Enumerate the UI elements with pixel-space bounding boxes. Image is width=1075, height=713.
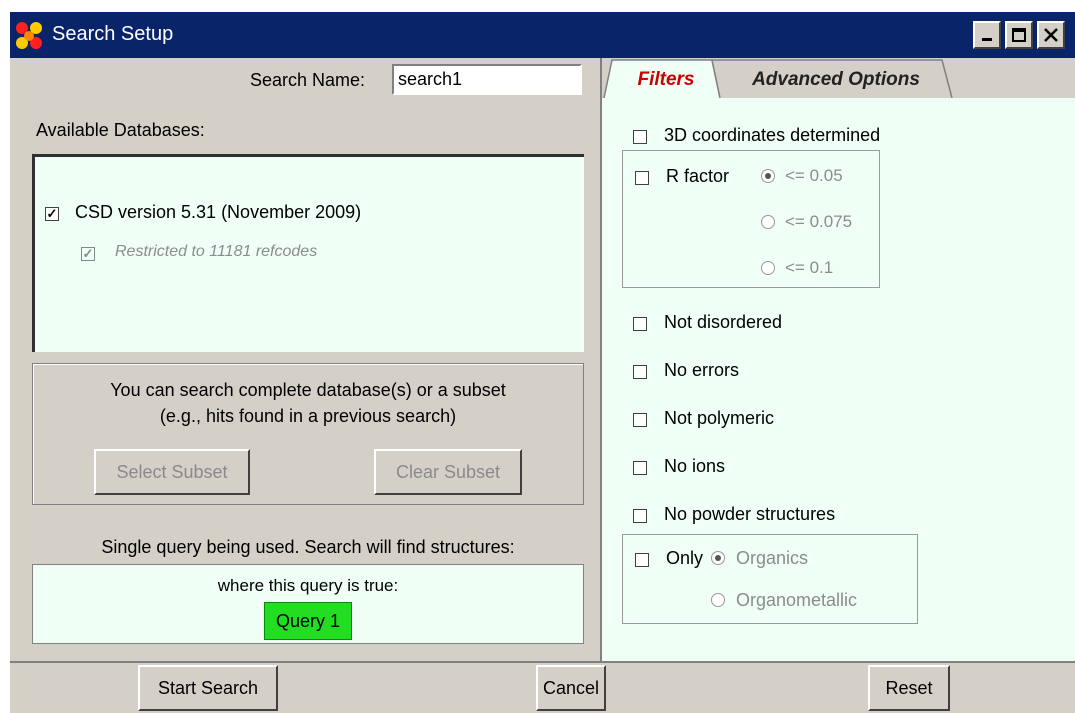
rfactor-option-005: <= 0.05: [785, 166, 843, 185]
search-name-label: Search Name:: [250, 70, 366, 90]
app-icon: [14, 21, 46, 51]
coords-label: 3D coordinates determined: [664, 125, 881, 145]
rfactor-group: R factor <= 0.05 <= 0.075 <= 0.1: [622, 150, 880, 288]
no-errors-checkbox[interactable]: [633, 365, 647, 379]
no-ions-label: No ions: [664, 456, 726, 476]
db-checkbox[interactable]: ✓: [45, 207, 59, 221]
restriction-checkbox: ✓: [81, 246, 95, 261]
rfactor-option-01: <= 0.1: [785, 258, 834, 277]
only-label: Only: [666, 548, 704, 568]
only-checkbox[interactable]: [635, 553, 649, 567]
reset-button[interactable]: Reset: [868, 665, 950, 711]
no-powder-checkbox[interactable]: [633, 509, 647, 523]
minimize-icon: [982, 38, 992, 41]
rfactor-radio-005[interactable]: [761, 169, 775, 183]
minimize-button[interactable]: [973, 21, 1001, 49]
filters-panel: 3D coordinates determined R factor <= 0.…: [602, 98, 1075, 661]
query-1-button[interactable]: Query 1: [264, 602, 352, 640]
only-group: Only Organics Organometallic: [622, 534, 918, 624]
close-icon: [1044, 28, 1058, 42]
only-option-organics: Organics: [736, 548, 809, 568]
restriction-label: Restricted to 11181 refcodes: [115, 243, 318, 260]
no-ions-checkbox[interactable]: [633, 461, 647, 475]
rfactor-radio-0075[interactable]: [761, 215, 775, 229]
not-disordered-checkbox[interactable]: [633, 317, 647, 331]
start-search-button[interactable]: Start Search: [138, 665, 278, 711]
title-bar[interactable]: Search Setup: [10, 12, 1075, 58]
not-polymeric-label: Not polymeric: [664, 408, 775, 428]
query-condition: where this query is true:: [217, 576, 399, 595]
no-errors-label: No errors: [664, 360, 740, 380]
only-option-organometallic: Organometallic: [736, 590, 858, 610]
database-list: ✓ CSD version 5.31 (November 2009) ✓ Res…: [32, 154, 584, 352]
rfactor-checkbox[interactable]: [635, 171, 649, 185]
no-powder-label: No powder structures: [664, 504, 836, 524]
only-radio-organometallic[interactable]: [711, 593, 725, 607]
coords-checkbox[interactable]: [633, 130, 647, 144]
maximize-button[interactable]: [1005, 21, 1033, 49]
search-setup-window: Search Setup Search Name: search1 Availa…: [10, 12, 1075, 713]
available-databases-label: Available Databases:: [36, 120, 205, 140]
rfactor-radio-01[interactable]: [761, 261, 775, 275]
query-info: Single query being used. Search will fin…: [101, 537, 515, 557]
tab-advanced-options[interactable]: Advanced Options: [722, 62, 950, 98]
bottom-separator: [10, 661, 1075, 663]
window-title: Search Setup: [52, 23, 174, 45]
rfactor-label: R factor: [666, 166, 730, 186]
select-subset-button[interactable]: Select Subset: [94, 449, 250, 495]
tab-filters[interactable]: Filters: [614, 62, 718, 98]
subset-info-line2: (e.g., hits found in a previous search): [159, 406, 457, 426]
rfactor-option-0075: <= 0.075: [785, 212, 853, 231]
search-name-input[interactable]: search1: [392, 64, 582, 95]
close-button[interactable]: [1037, 21, 1065, 49]
not-disordered-label: Not disordered: [664, 312, 783, 332]
only-radio-organics[interactable]: [711, 551, 725, 565]
db-item-label: CSD version 5.31 (November 2009): [75, 202, 362, 222]
subset-info-line1: You can search complete database(s) or a…: [110, 380, 506, 400]
maximize-icon: [1012, 28, 1026, 42]
clear-subset-button[interactable]: Clear Subset: [374, 449, 522, 495]
cancel-button[interactable]: Cancel: [536, 665, 606, 711]
not-polymeric-checkbox[interactable]: [633, 413, 647, 427]
